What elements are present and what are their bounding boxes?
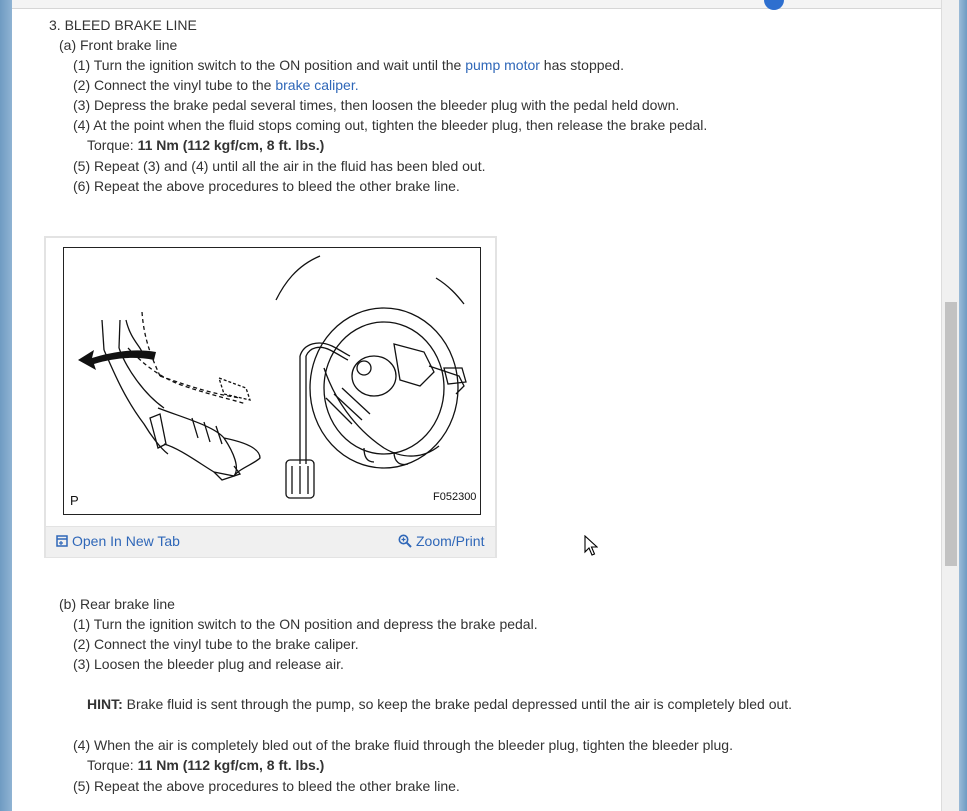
rear-hint: HINT: Brake fluid is sent through the pu… (87, 695, 792, 713)
zoom-magnifier-icon (398, 534, 412, 551)
front-torque-value: 11 Nm (112 kgf/cm, 8 ft. lbs.) (137, 137, 325, 153)
open-new-tab-label: Open In New Tab (72, 533, 180, 549)
rear-step-3: (3) Loosen the bleeder plug and release … (73, 656, 344, 672)
background-right-edge (959, 0, 967, 811)
hint-label: HINT: (87, 696, 123, 712)
figure-panel: P F052300 Open In New Tab Zoom/Print (44, 236, 497, 558)
front-torque-label: Torque: (87, 137, 138, 153)
figure-code: F052300 (433, 491, 477, 503)
section-title: 3. BLEED BRAKE LINE (49, 17, 197, 33)
front-step-1-text: (1) Turn the ignition switch to the ON p… (73, 57, 466, 73)
pump-motor-link[interactable]: pump motor (465, 57, 540, 73)
direction-arrow-icon (78, 350, 156, 370)
figure-footer: Open In New Tab Zoom/Print (46, 526, 495, 557)
brake-caliper-link[interactable]: brake caliper. (275, 77, 358, 93)
figure-letter: P (70, 493, 79, 508)
scrollbar-thumb[interactable] (945, 302, 957, 566)
document-page: 3. BLEED BRAKE LINE (a) Front brake line… (12, 0, 941, 811)
front-step-1-text-end: has stopped. (539, 57, 624, 73)
rear-torque-label: Torque: (87, 757, 138, 773)
front-step-4: (4) At the point when the fluid stops co… (73, 117, 708, 133)
mouse-pointer-icon (584, 534, 599, 562)
front-torque: Torque: 11 Nm (112 kgf/cm, 8 ft. lbs.) (87, 136, 324, 154)
vertical-scrollbar[interactable] (941, 0, 960, 811)
zoom-print-label: Zoom/Print (416, 533, 485, 549)
zoom-print-button[interactable]: Zoom/Print (398, 533, 484, 551)
top-toolbar-edge (12, 0, 941, 10)
rear-torque-value: 11 Nm (112 kgf/cm, 8 ft. lbs.) (137, 757, 325, 773)
rear-step-2: (2) Connect the vinyl tube to the brake … (73, 636, 359, 652)
rear-torque: Torque: 11 Nm (112 kgf/cm, 8 ft. lbs.) (87, 756, 324, 774)
figure-image[interactable]: P F052300 (63, 247, 481, 515)
toolbar-button-icon[interactable] (764, 0, 784, 10)
open-new-tab-button[interactable]: Open In New Tab (56, 533, 180, 550)
hint-text: Brake fluid is sent through the pump, so… (122, 696, 793, 712)
rear-brake-heading: (b) Rear brake line (59, 596, 175, 612)
front-step-3: (3) Depress the brake pedal several time… (73, 97, 680, 113)
rear-step-4: (4) When the air is completely bled out … (73, 737, 733, 753)
rear-step-5: (5) Repeat the above procedures to bleed… (73, 778, 460, 794)
front-step-2: (2) Connect the vinyl tube to the brake … (73, 76, 359, 94)
front-step-5: (5) Repeat (3) and (4) until all the air… (73, 158, 486, 174)
front-step-1: (1) Turn the ignition switch to the ON p… (73, 56, 624, 74)
front-step-2-text: (2) Connect the vinyl tube to the (73, 77, 276, 93)
rear-step-1: (1) Turn the ignition switch to the ON p… (73, 616, 538, 632)
brake-bleeding-illustration (78, 255, 467, 499)
background-left-edge (0, 0, 12, 811)
open-new-tab-icon (56, 534, 68, 550)
front-brake-heading: (a) Front brake line (59, 37, 178, 53)
front-step-6: (6) Repeat the above procedures to bleed… (73, 178, 460, 194)
